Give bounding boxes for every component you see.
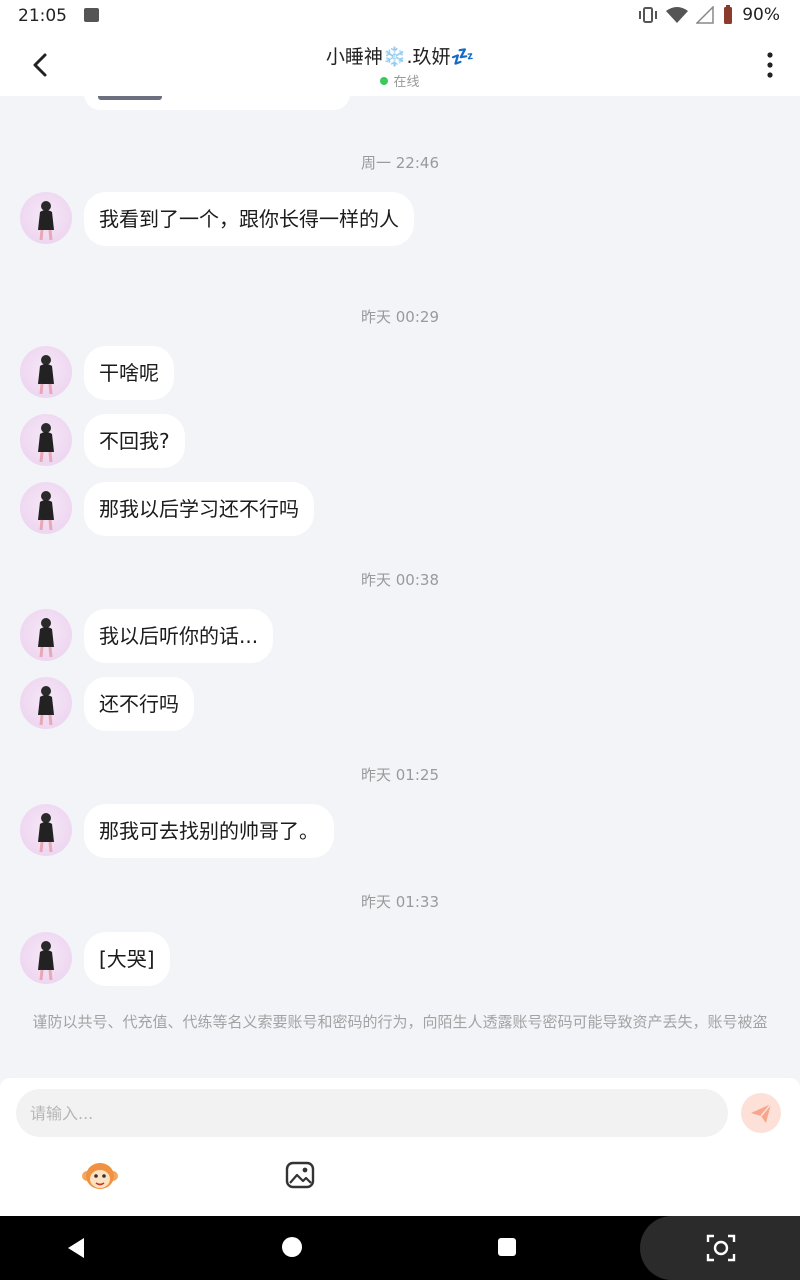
paper-plane-icon: [751, 1103, 772, 1123]
send-button[interactable]: [741, 1093, 781, 1133]
status-icons: 90%: [638, 5, 780, 25]
online-status-label: 在线: [393, 75, 420, 90]
contact-avatar[interactable]: [20, 346, 72, 398]
system-nav-bar: [0, 1216, 800, 1280]
message-bubble[interactable]: [大哭]: [84, 932, 170, 986]
image-button[interactable]: [285, 1160, 315, 1190]
vibrate-icon: [639, 7, 658, 23]
contact-name: 小睡神❄️.玖妍💤: [325, 46, 475, 68]
battery-percent: 90%: [742, 5, 780, 25]
message-row: 我看到了一个，跟你长得一样的人: [20, 192, 414, 246]
timestamp: 昨天 00:38: [361, 571, 439, 589]
gallery-notification-icon: [84, 8, 99, 22]
message-row: 干啥呢: [20, 346, 174, 400]
message-bubble[interactable]: 干啥呢: [84, 346, 174, 400]
emoji-button[interactable]: [80, 1158, 120, 1192]
online-dot-icon: [380, 76, 389, 85]
message-row: 不回我?: [20, 414, 185, 468]
nav-home-icon[interactable]: [282, 1237, 302, 1257]
message-bubble[interactable]: 我以后听你的话...: [84, 609, 274, 663]
message-composer: [0, 1078, 800, 1216]
contact-avatar[interactable]: [20, 804, 72, 856]
message-row: 我以后听你的话...: [20, 609, 274, 663]
message-bubble[interactable]: 那我以后学习还不行吗: [84, 482, 314, 536]
avatar-figure-icon: [38, 813, 54, 853]
message-row: 那我以后学习还不行吗: [20, 482, 314, 536]
monkey-face-icon: [82, 1163, 118, 1189]
message-row: [大哭]: [20, 932, 170, 986]
nav-recents-icon[interactable]: [498, 1238, 516, 1256]
screenshot-icon: [706, 1234, 736, 1262]
message-row: 还不行吗: [20, 677, 194, 731]
security-warning: 谨防以共号、代充值、代练等名义索要账号和密码的行为，向陌生人透露账号密码可能导致…: [32, 1013, 768, 1031]
message-row: 那我可去找别的帅哥了。: [20, 804, 334, 858]
contact-avatar[interactable]: [20, 482, 72, 534]
contact-avatar[interactable]: [20, 677, 72, 729]
battery-icon: [724, 5, 733, 24]
wifi-icon: [666, 7, 689, 23]
screenshot-button[interactable]: [640, 1216, 800, 1280]
message-bubble[interactable]: 不回我?: [84, 414, 185, 468]
avatar-figure-icon: [38, 423, 54, 463]
avatar-figure-icon: [38, 491, 54, 531]
vertical-dots-icon: [767, 52, 773, 78]
nav-back-icon[interactable]: [64, 1236, 88, 1260]
avatar-figure-icon: [38, 941, 54, 981]
message-bubble[interactable]: 我看到了一个，跟你长得一样的人: [84, 192, 414, 246]
avatar-figure-icon: [38, 618, 54, 658]
previous-message-image: [98, 96, 162, 100]
contact-avatar[interactable]: [20, 414, 72, 466]
contact-avatar[interactable]: [20, 932, 72, 984]
status-time: 21:05: [18, 6, 67, 26]
image-icon: [285, 1161, 315, 1189]
timestamp: 昨天 01:33: [361, 893, 439, 911]
message-bubble[interactable]: 那我可去找别的帅哥了。: [84, 804, 334, 858]
contact-avatar[interactable]: [20, 609, 72, 661]
message-input[interactable]: [16, 1089, 728, 1137]
timestamp: 昨天 01:25: [361, 766, 439, 784]
timestamp: 周一 22:46: [361, 154, 439, 172]
status-bar: 21:05 90%: [0, 0, 800, 32]
more-options-button[interactable]: [760, 48, 780, 82]
avatar-figure-icon: [38, 201, 54, 241]
online-status: 在线: [380, 71, 420, 90]
signal-icon: [696, 6, 714, 24]
contact-avatar[interactable]: [20, 192, 72, 244]
avatar-figure-icon: [38, 355, 54, 395]
message-list[interactable]: 周一 22:46 我看到了一个，跟你长得一样的人 昨天 00:29 干啥呢 不回…: [0, 96, 800, 1076]
message-bubble[interactable]: 还不行吗: [84, 677, 194, 731]
avatar-figure-icon: [38, 686, 54, 726]
chat-header: 小睡神❄️.玖妍💤 在线: [0, 32, 800, 96]
timestamp: 昨天 00:29: [361, 308, 439, 326]
chat-title-block: 小睡神❄️.玖妍💤 在线: [0, 42, 800, 90]
